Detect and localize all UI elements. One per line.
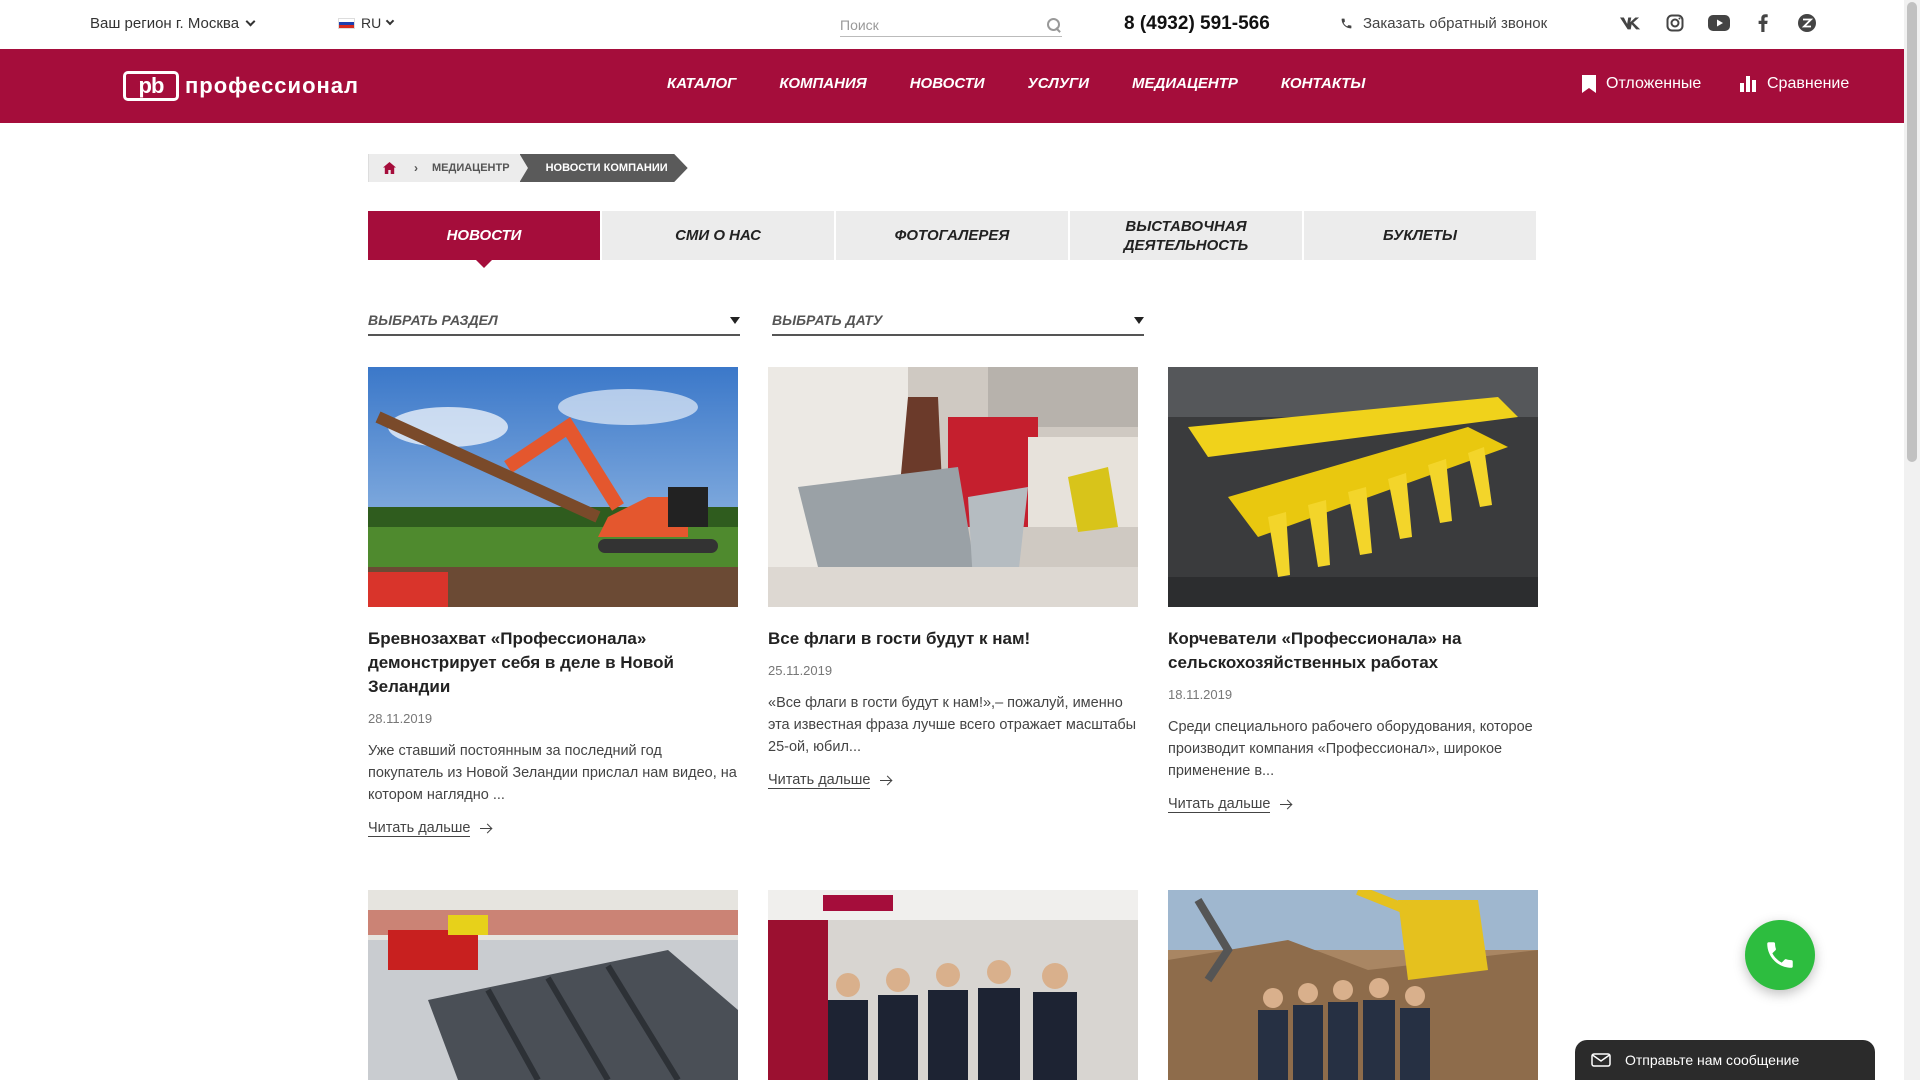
region-label: Ваш регион г. Москва (90, 15, 240, 32)
callback-label: Заказать обратный звонок (1363, 15, 1548, 32)
arrow-right-icon (480, 824, 492, 834)
dropdown-arrow-icon (730, 316, 740, 324)
zen-icon[interactable] (1796, 12, 1818, 34)
chat-label: Отправьте нам сообщение (1625, 1052, 1800, 1068)
section-select[interactable]: ВЫБРАТЬ РАЗДЕЛ (368, 306, 740, 336)
tab-press[interactable]: СМИ О НАС (602, 211, 834, 260)
news-card: Все флаги в гости будут к нам! 25.11.201… (768, 367, 1138, 789)
news-excerpt: «Все флаги в гости будут к нам!»,– пожал… (768, 695, 1137, 755)
dropdown-arrow-icon (1134, 316, 1144, 324)
news-title[interactable]: Все флаги в гости будут к нам! (768, 627, 1138, 651)
read-more-label: Читать дальше (368, 820, 471, 837)
news-image-stand-team[interactable] (768, 890, 1138, 1080)
compare-link[interactable]: Сравнение (1740, 75, 1849, 93)
date-select[interactable]: ВЫБРАТЬ ДАТУ (772, 306, 1144, 336)
phone-icon (1341, 18, 1352, 29)
region-selector[interactable]: Ваш регион г. Москва (90, 15, 256, 32)
page-scrollbar[interactable] (1904, 0, 1920, 1080)
breadcrumb-mediacenter[interactable]: МЕДИАЦЕНТР (422, 154, 528, 182)
read-more-label: Читать дальше (1168, 796, 1271, 813)
logo-text: профессионал (185, 73, 360, 98)
social-links (1620, 12, 1818, 34)
read-more-link[interactable]: Читать дальше (768, 772, 892, 789)
callback-link[interactable]: Заказать обратный звонок (1340, 15, 1547, 32)
news-image-log-grapple[interactable] (368, 367, 738, 607)
breadcrumb-current: НОВОСТИ КОМПАНИИ (519, 154, 688, 182)
read-more-link[interactable]: Читать дальше (1168, 796, 1292, 813)
phone-icon (1767, 942, 1793, 968)
top-bar: Ваш регион г. Москва RU 8 (4932) 591-566… (0, 0, 1904, 49)
date-select-label: ВЫБРАТЬ ДАТУ (772, 312, 883, 328)
instagram-icon[interactable] (1664, 12, 1686, 34)
scrollbar-thumb[interactable] (1907, 2, 1917, 462)
breadcrumb-home[interactable] (368, 154, 410, 182)
search-input[interactable] (840, 16, 1030, 33)
compare-label: Сравнение (1767, 75, 1850, 92)
arrow-right-icon (1280, 800, 1292, 810)
nav-news[interactable]: НОВОСТИ (910, 75, 985, 92)
arrow-right-icon (880, 776, 892, 786)
nav-contacts[interactable]: КОНТАКТЫ (1281, 75, 1366, 92)
tab-booklets[interactable]: БУКЛЕТЫ (1304, 211, 1536, 260)
news-date: 18.11.2019 (1168, 687, 1233, 702)
nav-services[interactable]: УСЛУГИ (1028, 75, 1089, 92)
section-select-label: ВЫБРАТЬ РАЗДЕЛ (368, 312, 498, 328)
logo[interactable]: pb профессионал (123, 71, 359, 101)
home-icon (383, 162, 396, 174)
search-icon[interactable] (1046, 17, 1062, 33)
news-title[interactable]: Бревнозахват «Профессионала» демонстриру… (368, 627, 738, 699)
nav-catalog[interactable]: КАТАЛОГ (667, 75, 736, 92)
call-button[interactable] (1745, 920, 1815, 990)
vk-icon[interactable] (1620, 12, 1642, 34)
bookmark-icon (1582, 75, 1596, 93)
news-excerpt: Уже ставший постоянным за последний год … (368, 743, 737, 803)
news-image-bucket[interactable] (368, 890, 738, 1080)
main-header: pb профессионал КАТАЛОГ КОМПАНИЯ НОВОСТИ… (0, 49, 1904, 123)
news-card: Корчеватели «Профессионала» на сельскохо… (1168, 367, 1538, 813)
breadcrumb-separator-icon: › (410, 154, 422, 182)
main-nav: КАТАЛОГ КОМПАНИЯ НОВОСТИ УСЛУГИ МЕДИАЦЕН… (667, 75, 1408, 92)
news-image-exhibition[interactable] (768, 367, 1138, 607)
phone-number[interactable]: 8 (4932) 591-566 (1124, 13, 1270, 35)
news-title[interactable]: Корчеватели «Профессионала» на сельскохо… (1168, 627, 1538, 675)
nav-company[interactable]: КОМПАНИЯ (779, 75, 866, 92)
tab-news[interactable]: НОВОСТИ (368, 211, 600, 268)
news-excerpt: Среди специального рабочего оборудования… (1168, 719, 1533, 779)
media-tabs: НОВОСТИ СМИ О НАС ФОТОГАЛЕРЕЯ ВЫСТАВОЧНА… (368, 211, 1536, 268)
news-date: 25.11.2019 (768, 663, 833, 678)
saved-link[interactable]: Отложенные (1582, 75, 1701, 93)
nav-mediacenter[interactable]: МЕДИАЦЕНТР (1132, 75, 1238, 92)
breadcrumb: › МЕДИАЦЕНТР НОВОСТИ КОМПАНИИ (368, 154, 688, 182)
chevron-down-icon (385, 16, 395, 26)
news-image-rippers[interactable] (1168, 367, 1538, 607)
russia-flag-icon (338, 17, 355, 29)
tab-exhibitions[interactable]: ВЫСТАВОЧНАЯ ДЕЯТЕЛЬНОСТЬ (1070, 211, 1302, 260)
saved-label: Отложенные (1606, 75, 1702, 92)
search-box (840, 13, 1062, 37)
youtube-icon[interactable] (1708, 12, 1730, 34)
mail-icon (1591, 1053, 1611, 1067)
facebook-icon[interactable] (1752, 12, 1774, 34)
news-card: Бревнозахват «Профессионала» демонстриру… (368, 367, 738, 837)
chat-widget[interactable]: Отправьте нам сообщение (1575, 1040, 1875, 1080)
bar-chart-icon (1740, 76, 1756, 92)
tab-gallery[interactable]: ФОТОГАЛЕРЕЯ (836, 211, 1068, 260)
language-selector[interactable]: RU (338, 15, 395, 31)
read-more-link[interactable]: Читать дальше (368, 820, 492, 837)
news-date: 28.11.2019 (368, 711, 433, 726)
news-image-excavator-team[interactable] (1168, 890, 1538, 1080)
read-more-label: Читать дальше (768, 772, 871, 789)
chevron-down-icon (245, 16, 256, 27)
logo-mark: pb (123, 71, 179, 101)
language-label: RU (361, 15, 382, 31)
